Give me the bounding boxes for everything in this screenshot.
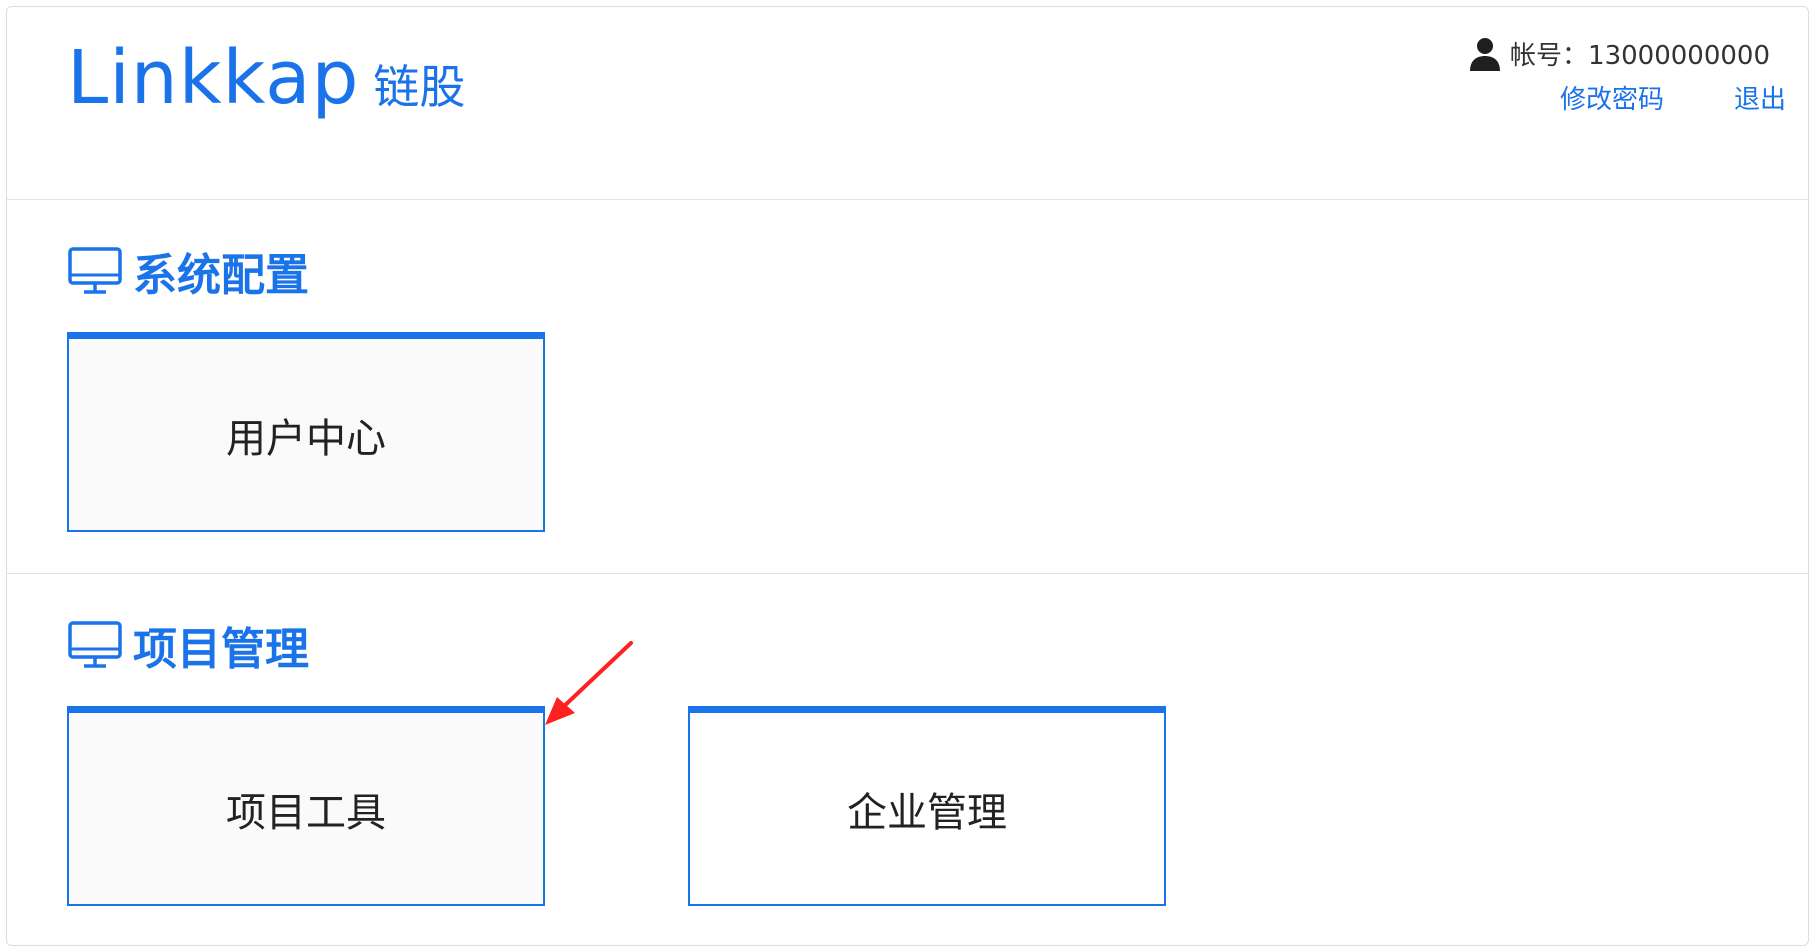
section-title-system-config: 系统配置 [67,239,309,303]
account-number: 帐号：13000000000 [1510,41,1770,71]
card-user-center[interactable]: 用户中心 [67,332,545,532]
app-window: Linkkap 链股 帐号：13000000000 修改密码 退出 系统配置 用… [6,6,1809,946]
section-title-project-management: 项目管理 [67,613,309,677]
change-password-link[interactable]: 修改密码 [1560,79,1664,116]
logo-chinese-name: 链股 [373,60,466,114]
section-divider [7,573,1808,574]
monitor-icon [68,621,122,668]
account-info: 帐号：13000000000 [1468,35,1770,72]
header-divider [7,199,1808,200]
logout-link[interactable]: 退出 [1734,79,1786,116]
card-enterprise-management[interactable]: 企业管理 [688,706,1166,906]
card-label: 用户中心 [226,415,386,462]
red-arrow-icon [545,641,633,725]
account-links: 修改密码 退出 [1560,79,1786,116]
brand-logo[interactable]: Linkkap 链股 [67,33,465,123]
card-label: 企业管理 [847,789,1007,836]
card-label: 项目工具 [226,789,386,836]
monitor-icon [68,247,122,294]
logo-wordmark: Linkkap [67,35,360,121]
card-project-tools[interactable]: 项目工具 [67,706,545,906]
user-icon [1470,37,1501,71]
section-title-text: 项目管理 [133,624,309,675]
section-title-text: 系统配置 [133,250,309,301]
